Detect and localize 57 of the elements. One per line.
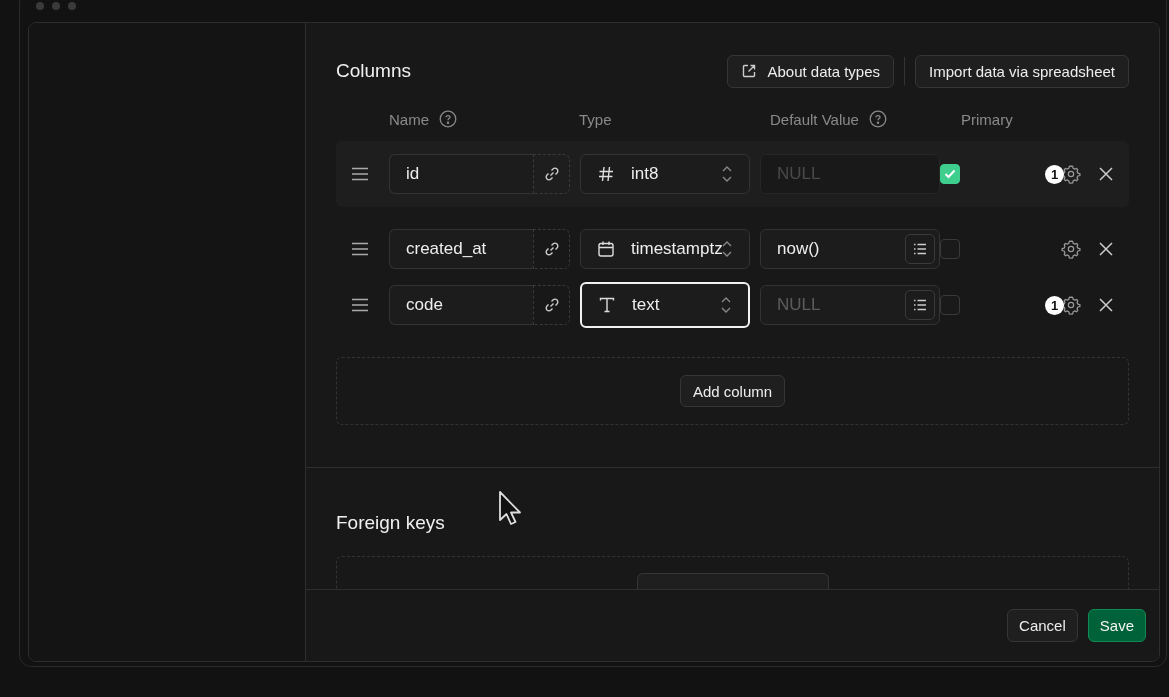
hash-icon (597, 165, 615, 183)
foreign-key-link-button[interactable] (533, 154, 570, 194)
count-badge: 1 (1045, 164, 1064, 184)
external-link-icon (741, 63, 758, 79)
column-header: Default Value (770, 110, 859, 128)
foreign-key-link-button[interactable] (533, 285, 570, 325)
text-type-icon (598, 296, 616, 314)
section-title: Columns (336, 60, 411, 82)
close-icon[interactable] (1099, 242, 1113, 256)
type-select[interactable]: text (580, 282, 750, 328)
column-header: Name (389, 110, 429, 128)
list-icon (913, 243, 927, 255)
primary-checkbox[interactable] (940, 239, 960, 259)
check-icon (944, 169, 956, 179)
save-button[interactable]: Save (1087, 609, 1146, 642)
drag-handle-icon[interactable] (350, 242, 370, 256)
drag-handle-icon[interactable] (350, 298, 370, 312)
help-icon[interactable] (868, 110, 887, 128)
type-select[interactable]: int8 (580, 154, 750, 194)
chevrons-icon (721, 164, 733, 184)
column-name-field[interactable]: id (389, 154, 533, 194)
window-dot[interactable] (52, 2, 60, 10)
drag-handle-icon[interactable] (350, 167, 370, 181)
column-name-field[interactable]: code (389, 285, 533, 325)
placeholder: NULL (777, 295, 821, 315)
import-button[interactable]: Import data via spreadsheet (915, 54, 1129, 88)
close-icon[interactable] (1099, 298, 1113, 312)
cancel-button[interactable]: Cancel (1007, 609, 1078, 642)
window-dot[interactable] (36, 2, 44, 10)
link-icon (543, 241, 560, 257)
settings-icon[interactable] (1061, 164, 1081, 184)
chevrons-icon (721, 239, 733, 259)
calendar-icon (597, 240, 615, 258)
default-value: now() (777, 239, 820, 259)
primary-checkbox[interactable] (940, 164, 960, 184)
window-dot[interactable] (68, 2, 76, 10)
count-badge: 1 (1045, 295, 1064, 315)
about-data-types-button[interactable]: About data types (727, 54, 895, 88)
default-value-field[interactable]: now() (760, 229, 940, 269)
settings-icon[interactable] (1061, 295, 1081, 315)
section-title: Foreign keys (336, 512, 446, 534)
foreign-key-link-button[interactable] (533, 229, 570, 269)
help-icon[interactable] (439, 110, 457, 128)
column-header: Primary (961, 110, 1013, 128)
primary-checkbox[interactable] (940, 295, 960, 315)
link-icon (543, 166, 560, 182)
link-icon (543, 297, 560, 313)
list-icon (913, 299, 927, 311)
suggestions-button[interactable] (905, 234, 935, 264)
chevrons-icon (720, 295, 732, 315)
settings-icon[interactable] (1061, 239, 1081, 259)
add-column-button[interactable]: Add column (679, 375, 786, 407)
suggestions-button[interactable] (905, 290, 935, 320)
column-header: Type (579, 110, 612, 128)
column-name-field[interactable]: created_at (389, 229, 533, 269)
close-icon[interactable] (1099, 167, 1113, 181)
type-select[interactable]: timestamptz (580, 229, 750, 269)
